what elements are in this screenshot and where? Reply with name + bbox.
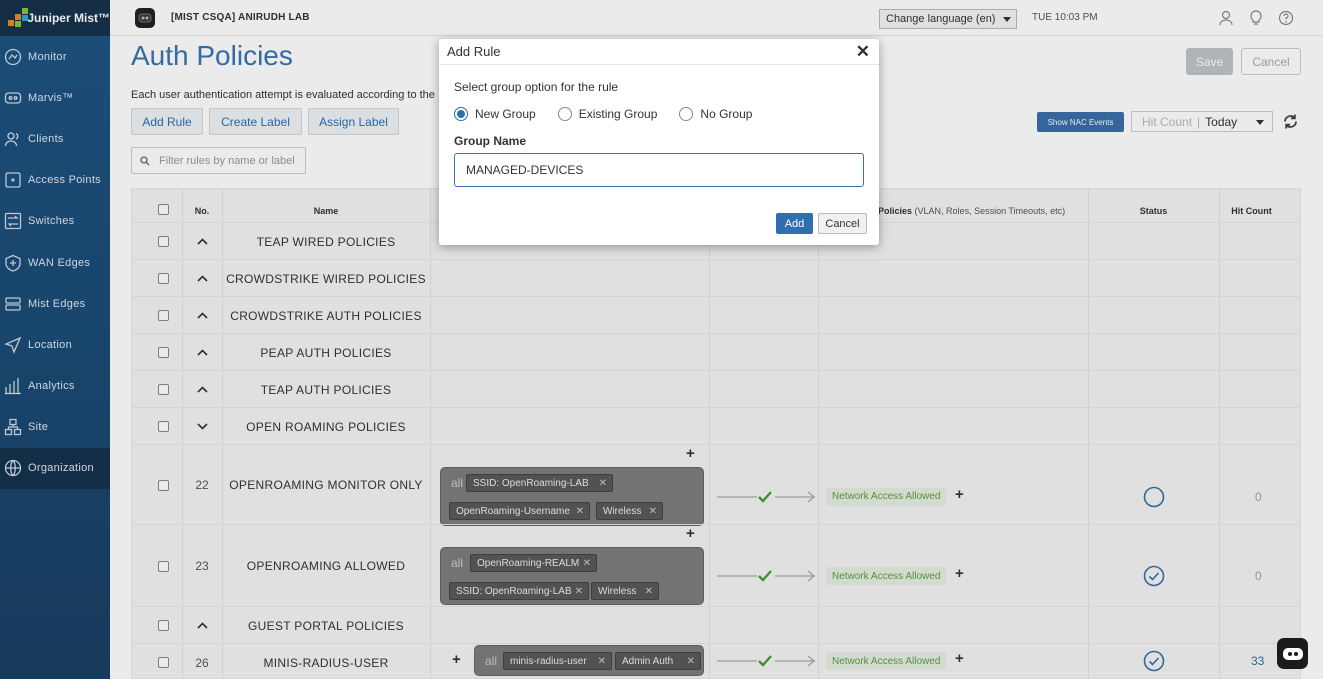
modal-add-button[interactable]: Add [776, 213, 813, 234]
group-name-label: Group Name [454, 134, 527, 148]
radio-new-group[interactable]: New Group [454, 107, 536, 121]
add-rule-modal: Add Rule ✕ Select group option for the r… [439, 39, 879, 245]
marvis-chat-icon[interactable] [1277, 638, 1308, 669]
group-option-radios: New Group Existing Group No Group [454, 107, 774, 121]
close-icon[interactable]: ✕ [856, 42, 870, 62]
modal-cancel-button[interactable]: Cancel [818, 213, 867, 234]
radio-no-group[interactable]: No Group [679, 107, 752, 121]
modal-title: Add Rule [439, 39, 879, 65]
radio-existing-group[interactable]: Existing Group [557, 107, 657, 121]
group-name-input[interactable]: MANAGED-DEVICES [454, 153, 864, 187]
modal-question: Select group option for the rule [454, 80, 619, 94]
